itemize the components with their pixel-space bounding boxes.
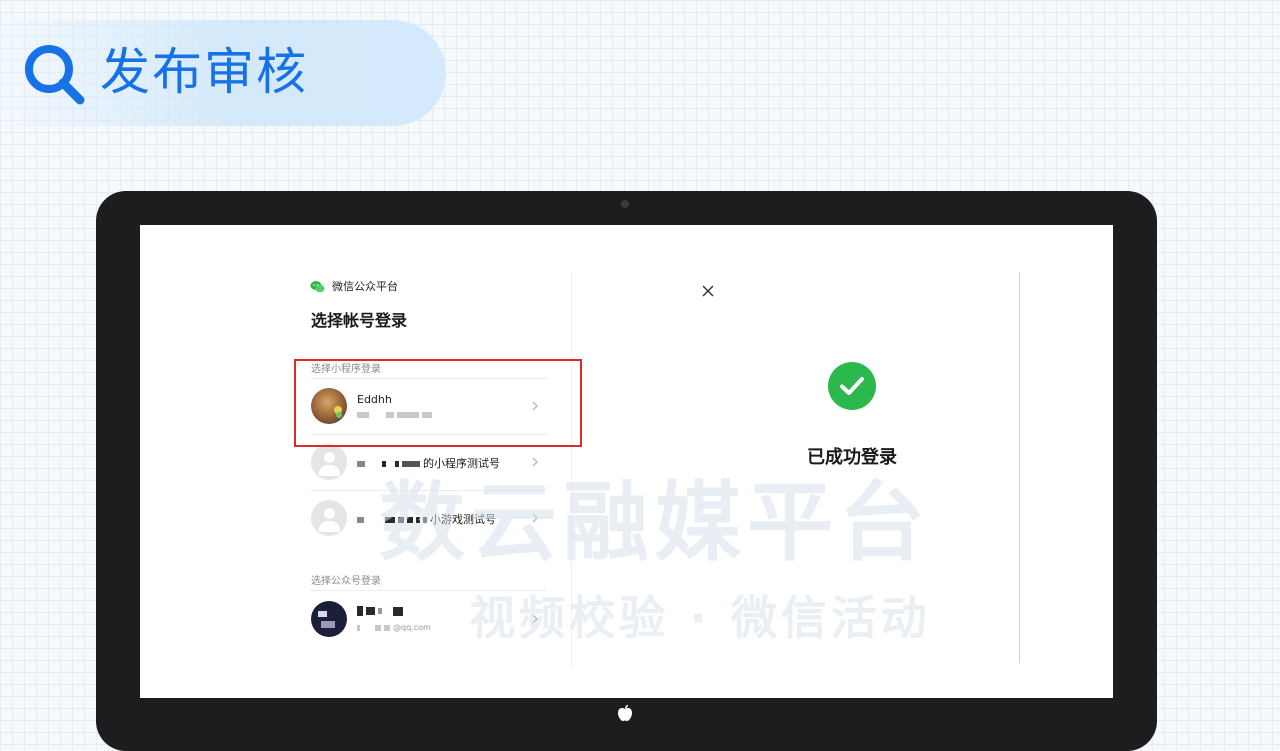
account-row-minigame-test[interactable]: 小游戏测试号 [311,491,547,546]
chevron-right-icon [532,513,538,523]
chevron-right-icon [532,457,538,467]
webcam [621,200,629,208]
page-title: 发布审核 [100,43,308,101]
search-icon [25,45,85,105]
login-title: 选择帐号登录 [311,311,408,330]
close-icon[interactable] [700,283,716,299]
chevron-right-icon [532,614,538,624]
success-message: 已成功登录 [807,447,897,468]
account-name: 小游戏测试号 [357,511,496,527]
avatar [311,601,347,637]
wechat-mp-brand: 微信公众平台 [310,278,398,294]
laptop-screen: 微信公众平台 选择帐号登录 选择小程序登录 Eddhh 的小程序测试号 小游戏测… [140,225,1113,698]
account-name: 的小程序测试号 [357,455,500,471]
highlight-box [294,359,582,447]
account-name [357,604,406,617]
account-select-panel: 微信公众平台 选择帐号登录 选择小程序登录 Eddhh 的小程序测试号 小游戏测… [286,272,572,667]
divider [311,590,547,591]
login-success-panel: 已成功登录 [685,272,1020,663]
account-email: @qq.com [357,623,431,632]
official-section-label: 选择公众号登录 [311,576,381,587]
account-row-official[interactable]: @qq.com [311,592,547,647]
brand-label: 微信公众平台 [332,280,398,293]
apple-logo-icon [618,704,632,721]
account-email-suffix: @qq.com [393,623,431,632]
default-avatar [311,500,347,536]
success-check-icon [828,362,876,410]
wechat-logo-icon [310,280,325,292]
account-name-suffix: 小游戏测试号 [430,513,496,526]
default-avatar [311,444,347,480]
account-name-suffix: 的小程序测试号 [423,457,500,470]
